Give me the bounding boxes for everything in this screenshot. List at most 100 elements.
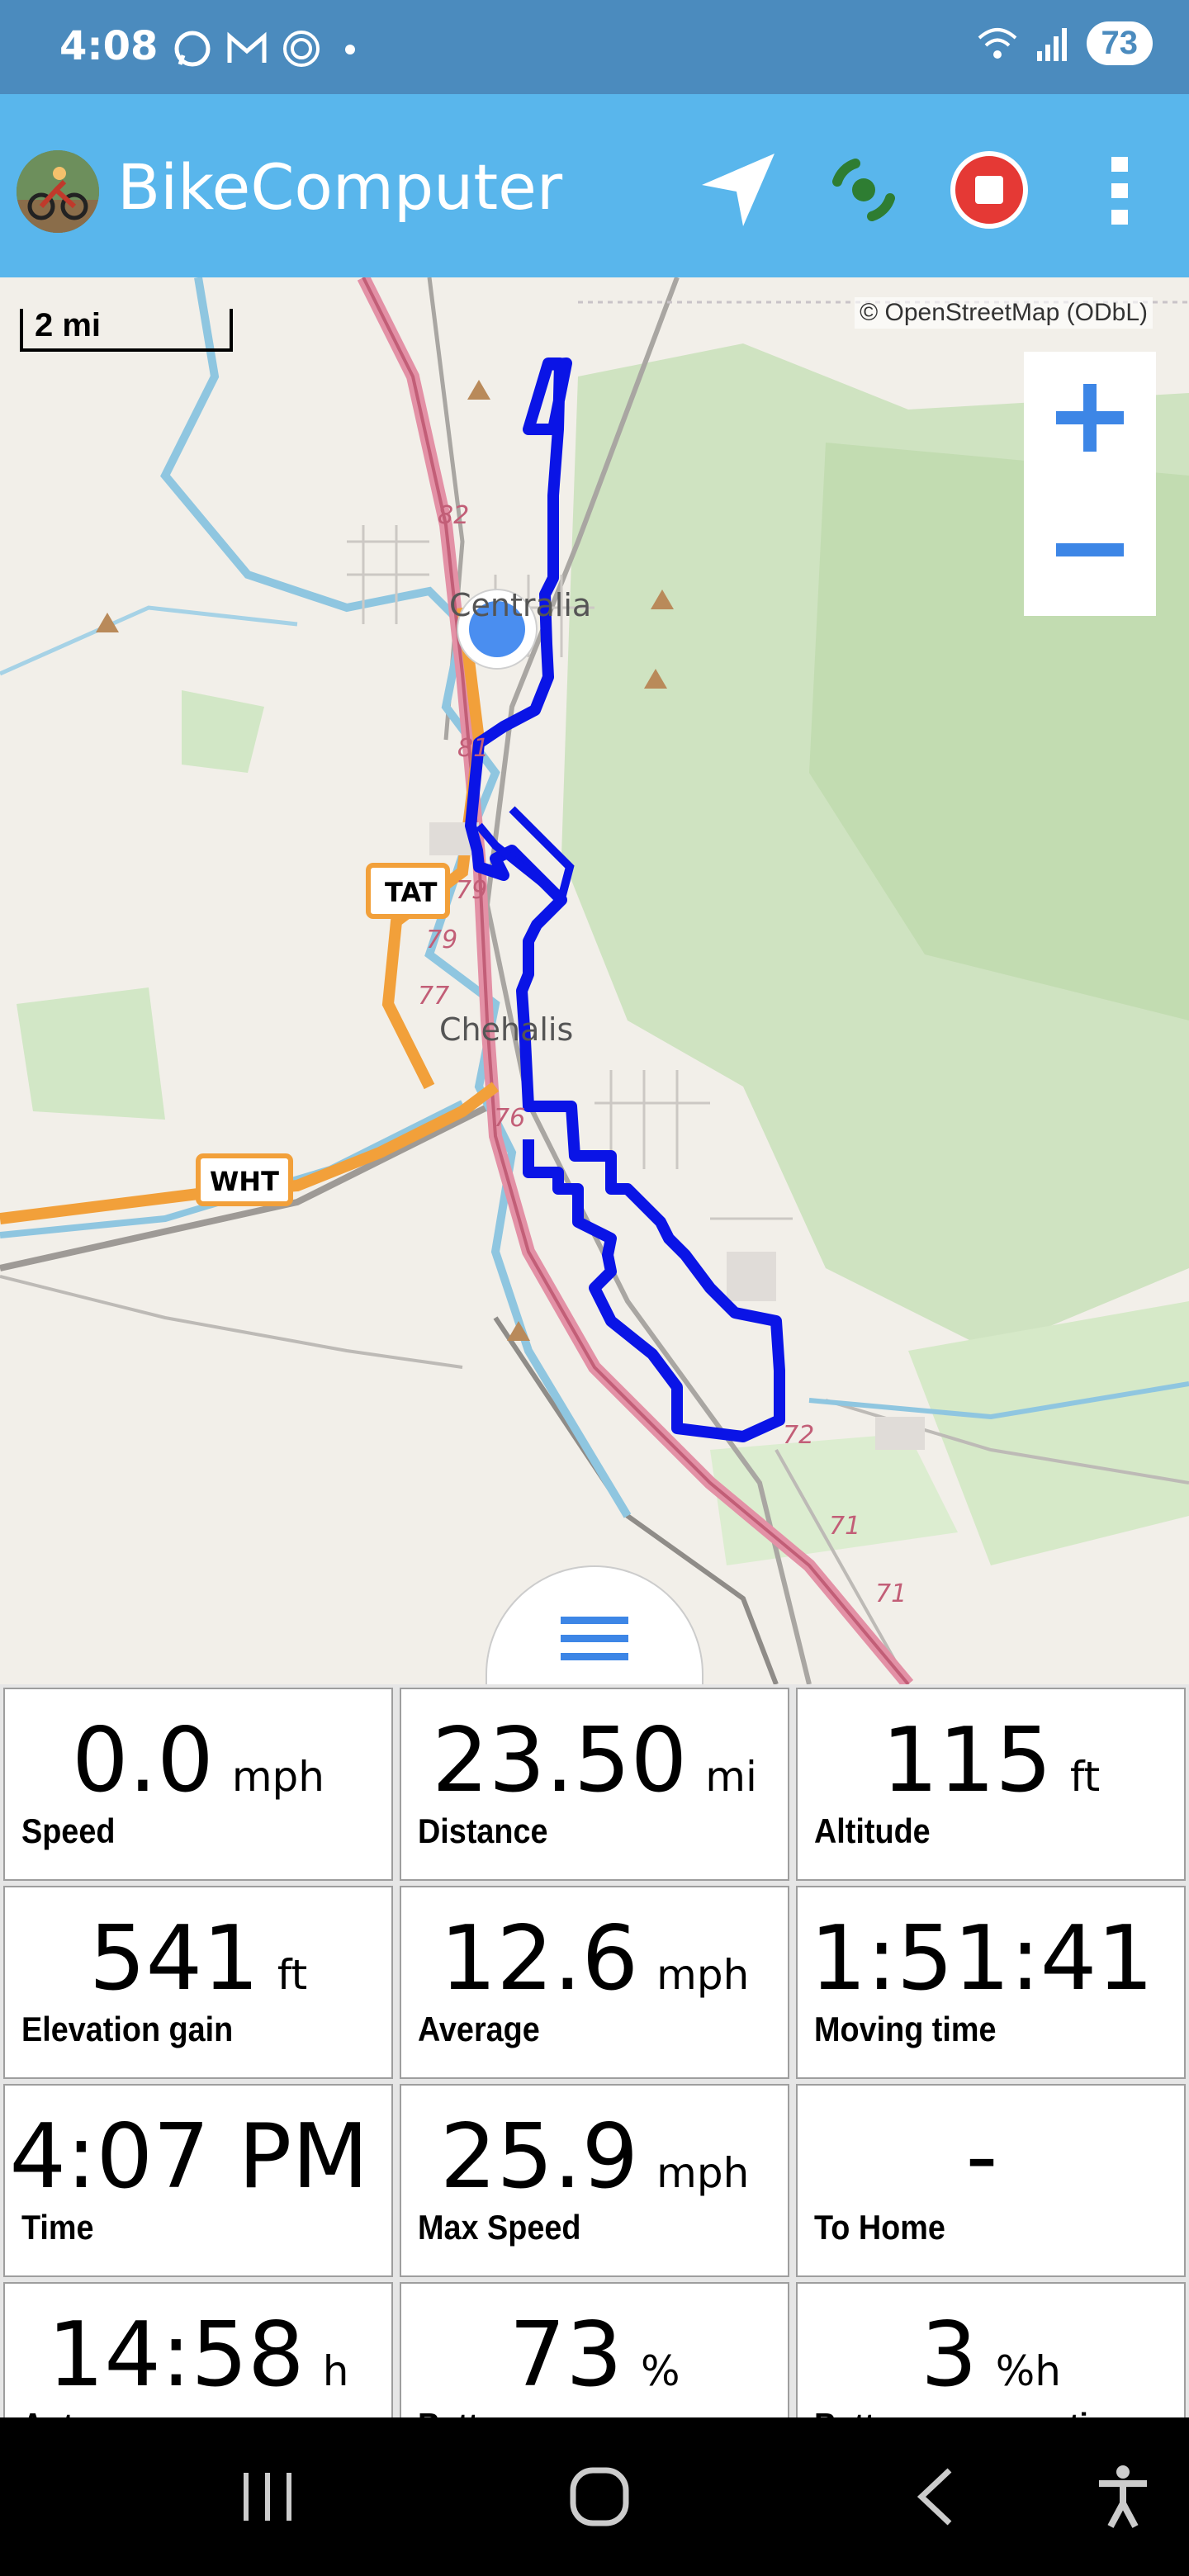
system-nav-bar (0, 2417, 1189, 2576)
stat-label: Distance (418, 1811, 548, 1850)
stat-value: 0.0 (72, 1709, 214, 1812)
exit-label: 72 (783, 1421, 814, 1450)
map-label-chehalis: Chehalis (439, 1011, 573, 1048)
route-shield-wht: WHT (210, 1166, 279, 1197)
stat-label: Battery consumption (814, 2406, 1126, 2417)
app-bar: BikeComputer (0, 94, 1189, 277)
stat-value: 4:07 PM (9, 2105, 369, 2209)
stat-tile-autonomy[interactable]: 14:58 h Autonomy (3, 2282, 393, 2417)
stat-unit: % (640, 2347, 680, 2395)
accessibility-button[interactable] (1082, 2455, 1164, 2538)
zoom-out-button[interactable] (1024, 484, 1156, 616)
stat-unit: ft (1069, 1753, 1101, 1801)
stat-value: 14:58 (47, 2304, 305, 2407)
stat-tile-to-home[interactable]: - To Home (796, 2084, 1186, 2277)
recents-icon (244, 2473, 291, 2521)
stat-value: 73 (509, 2304, 623, 2407)
stat-tile-altitude[interactable]: 115 ft Altitude (796, 1688, 1186, 1881)
status-time: 4:08 (59, 23, 159, 69)
stat-tile-moving-time[interactable]: 1:51:41 Moving time (796, 1886, 1186, 2079)
plus-icon (1056, 384, 1124, 452)
stat-unit: mph (656, 2149, 750, 2197)
zoom-in-button[interactable] (1024, 352, 1156, 484)
stop-record-button[interactable] (940, 140, 1039, 239)
wifi-icon (978, 27, 1016, 59)
stop-record-icon (950, 151, 1028, 229)
stat-value: 25.9 (439, 2105, 639, 2209)
stat-tile-time[interactable]: 4:07 PM Time (3, 2084, 393, 2277)
scale-label: 2 mi (35, 307, 102, 343)
route-shield-tat: TAT (385, 877, 438, 908)
stat-value: 541 (88, 1907, 259, 2010)
stat-tile-average[interactable]: 12.6 mph Average (400, 1886, 789, 2079)
app-title: BikeComputer (117, 150, 563, 224)
stat-value: 115 (881, 1709, 1052, 1812)
map-base: Centralia Chehalis TAT WHT 82 81 79 79 7… (0, 277, 1189, 1684)
messenger-icon (283, 31, 320, 67)
stat-label: Max Speed (418, 2208, 581, 2247)
navigate-icon (702, 154, 775, 226)
stat-unit: mph (231, 1753, 324, 1801)
stat-label: To Home (814, 2208, 945, 2247)
stat-unit: h (322, 2347, 349, 2395)
stat-value: - (965, 2105, 998, 2209)
exit-label: 79 (426, 926, 457, 954)
stat-label: Moving time (814, 2010, 997, 2048)
gmail-icon (227, 31, 267, 63)
exit-label: 71 (829, 1512, 860, 1541)
map-attribution[interactable]: © OpenStreetMap (ODbL) (855, 297, 1153, 329)
more-options-button[interactable] (1070, 140, 1169, 239)
stat-tile-speed[interactable]: 0.0 mph Speed (3, 1688, 393, 1881)
map-scale-bar: 2 mi (20, 307, 233, 352)
accessibility-icon (1099, 2465, 1147, 2528)
more-vert-icon (1111, 157, 1128, 225)
exit-label: 71 (875, 1579, 907, 1608)
stat-tile-battery-consumption[interactable]: 3 %h Battery consumption (796, 2282, 1186, 2417)
back-icon (917, 2468, 952, 2526)
zoom-controls (1024, 352, 1156, 616)
stat-label: Autonomy (21, 2406, 176, 2417)
notification-icons (172, 28, 367, 69)
exit-label: 79 (456, 876, 487, 905)
system-icons: 73 (976, 21, 1153, 65)
stat-label: Average (418, 2010, 540, 2048)
map-label-centralia: Centralia (449, 587, 591, 623)
stat-label: Elevation gain (21, 2010, 234, 2048)
status-bar: 4:08 73 (0, 0, 1189, 94)
stats-grid: 0.0 mph Speed 23.50 mi Distance 115 ft Alti… (0, 1684, 1189, 2417)
stat-unit: ft (277, 1951, 308, 1999)
menu-icon (561, 1617, 628, 1660)
recents-button[interactable] (226, 2455, 309, 2538)
back-button[interactable] (893, 2455, 976, 2538)
stat-tile-distance[interactable]: 23.50 mi Distance (400, 1688, 789, 1881)
gps-tracking-button[interactable] (814, 140, 913, 239)
stat-label: Altitude (814, 1811, 931, 1850)
stat-value: 23.50 (432, 1709, 688, 1812)
stat-label: Speed (21, 1811, 116, 1850)
map-view[interactable]: Centralia Chehalis TAT WHT 82 81 79 79 7… (0, 277, 1189, 1684)
exit-label: 81 (457, 734, 489, 763)
navigate-button[interactable] (689, 140, 788, 239)
battery-indicator: 73 (1086, 21, 1153, 65)
stat-tile-elevation-gain[interactable]: 541 ft Elevation gain (3, 1886, 393, 2079)
stat-value: 1:51:41 (809, 1907, 1154, 2010)
stat-unit: mph (656, 1951, 750, 1999)
stat-value: 12.6 (439, 1907, 639, 2010)
whatsapp-icon (174, 31, 211, 67)
stat-tile-max-speed[interactable]: 25.9 mph Max Speed (400, 2084, 789, 2277)
stat-label: Time (21, 2208, 94, 2247)
stat-value: 3 (921, 2304, 978, 2407)
stat-tile-battery[interactable]: 73% Battery (400, 2282, 789, 2417)
app-logo (17, 150, 99, 233)
stat-unit: mi (705, 1753, 757, 1801)
stat-unit: %h (995, 2347, 1061, 2395)
exit-label: 82 (438, 501, 469, 530)
exit-label: 77 (418, 982, 449, 1011)
minus-icon (1056, 543, 1124, 556)
signal-icon (1036, 27, 1067, 61)
home-button[interactable] (558, 2455, 641, 2538)
stat-label: Battery (418, 2406, 525, 2417)
gps-tracking-icon (832, 159, 895, 221)
dot-icon (345, 45, 355, 54)
exit-label: 76 (494, 1104, 525, 1133)
